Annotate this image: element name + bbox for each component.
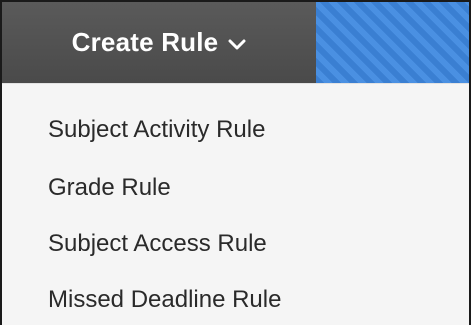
create-rule-menu: Subject Activity Rule Grade Rule Subject…: [2, 83, 469, 325]
menu-item-subject-activity-rule[interactable]: Subject Activity Rule: [2, 100, 469, 160]
create-rule-button[interactable]: Create Rule: [2, 2, 316, 83]
menu-item-subject-access-rule[interactable]: Subject Access Rule: [2, 216, 469, 272]
create-rule-label: Create Rule: [71, 27, 219, 57]
menu-item-missed-deadline-rule[interactable]: Missed Deadline Rule: [2, 272, 469, 325]
create-rule-dropdown: Create Rule Subject Activity Rule Grade …: [0, 0, 471, 325]
menu-item-grade-rule[interactable]: Grade Rule: [2, 160, 469, 216]
chevron-down-icon: [228, 36, 246, 54]
